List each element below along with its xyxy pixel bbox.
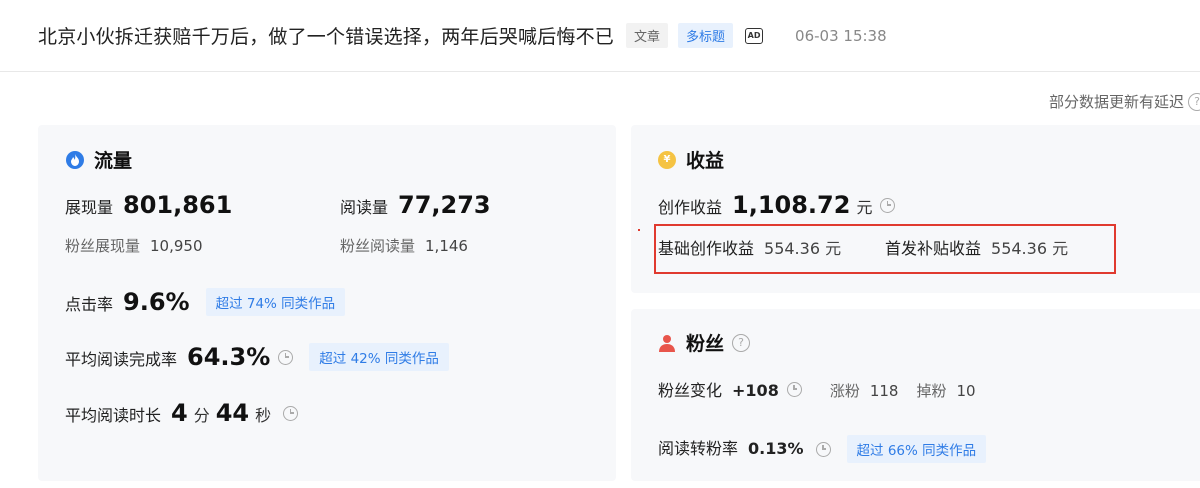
conversion-rank-badge: 超过 66% 同类作品 — [846, 435, 987, 463]
fans-change-label: 粉丝变化 — [658, 381, 723, 400]
annotation-dot — [638, 229, 640, 231]
person-icon — [658, 334, 676, 352]
yen-coin-icon: ¥ — [658, 150, 676, 169]
multi-title-tag[interactable]: 多标题 — [678, 23, 734, 48]
traffic-heading: 流量 — [66, 146, 132, 173]
article-title[interactable]: 北京小伙拆迁获赔千万后，做了一个错误选择，两年后哭喊后悔不已 — [38, 22, 614, 49]
fan-impressions-stat: 粉丝展现量 10,950 — [65, 235, 203, 256]
conversion-label: 阅读转粉率 — [658, 439, 739, 458]
creation-income-stat: 创作收益 1,108.72 元 — [658, 191, 896, 219]
duration-seconds-unit: 秒 — [255, 406, 272, 425]
conversion-value: 0.13% — [748, 439, 804, 458]
creation-income-label: 创作收益 — [658, 198, 723, 217]
clock-icon[interactable] — [880, 197, 896, 213]
creation-income-value: 1,108.72 — [732, 191, 851, 219]
fan-impressions-value: 10,950 — [150, 237, 203, 255]
clock-icon[interactable] — [786, 381, 802, 397]
impressions-stat: 展现量 801,861 — [65, 191, 232, 219]
flame-icon — [66, 150, 84, 169]
fans-loss-value: 10 — [956, 382, 976, 400]
impressions-value: 801,861 — [123, 191, 233, 219]
traffic-heading-label: 流量 — [94, 150, 133, 172]
ctr-stat: 点击率 9.6% 超过 74% 同类作品 — [65, 288, 346, 316]
duration-stat: 平均阅读时长 4 分 44 秒 — [65, 399, 299, 427]
clock-icon[interactable] — [278, 349, 294, 365]
duration-minutes-unit: 分 — [193, 406, 210, 425]
reads-value: 77,273 — [398, 191, 491, 219]
fans-change-stat: 粉丝变化 +108 涨粉 118 掉粉 10 — [658, 377, 976, 401]
publish-time: 06-03 15:38 — [795, 26, 887, 45]
fans-heading-label: 粉丝 — [686, 333, 725, 355]
data-delay-text: 部分数据更新有延迟 — [1048, 93, 1184, 111]
ctr-label: 点击率 — [65, 295, 114, 314]
fans-change-value: +108 — [732, 381, 779, 400]
article-type-tag: 文章 — [626, 23, 669, 48]
data-delay-note: 部分数据更新有延迟 ? — [1049, 91, 1200, 112]
reads-label: 阅读量 — [340, 198, 389, 217]
question-icon[interactable]: ? — [1188, 92, 1200, 111]
traffic-card: 流量 展现量 801,861 阅读量 77,273 粉丝展现量 10,950 粉… — [38, 125, 616, 481]
impressions-label: 展现量 — [65, 198, 114, 217]
fans-loss-label: 掉粉 — [916, 382, 947, 400]
clock-icon[interactable] — [815, 441, 831, 457]
highlight-annotation-box — [654, 224, 1116, 274]
fan-reads-label: 粉丝阅读量 — [340, 237, 416, 255]
ctr-rank-badge: 超过 74% 同类作品 — [205, 288, 346, 316]
fans-gain-label: 涨粉 — [829, 382, 860, 400]
question-icon[interactable]: ? — [732, 333, 751, 352]
income-heading-label: 收益 — [686, 150, 725, 172]
completion-rank-badge: 超过 42% 同类作品 — [309, 343, 449, 371]
fans-heading: 粉丝 ? — [658, 329, 751, 356]
duration-seconds: 44 — [215, 399, 250, 427]
ad-icon: AD — [745, 27, 764, 44]
fan-impressions-label: 粉丝展现量 — [65, 237, 141, 255]
completion-label: 平均阅读完成率 — [65, 350, 178, 369]
clock-icon[interactable] — [283, 405, 299, 421]
fan-reads-value: 1,146 — [425, 237, 468, 255]
duration-minutes: 4 — [171, 399, 188, 427]
ctr-value: 9.6% — [123, 288, 190, 316]
creation-income-unit: 元 — [856, 198, 873, 217]
completion-stat: 平均阅读完成率 64.3% 超过 42% 同类作品 — [65, 343, 449, 371]
duration-label: 平均阅读时长 — [65, 406, 162, 425]
fans-gain-value: 118 — [869, 382, 899, 400]
article-header: 北京小伙拆迁获赔千万后，做了一个错误选择，两年后哭喊后悔不已 文章 多标题 AD… — [0, 0, 1200, 72]
fans-card: 粉丝 ? 粉丝变化 +108 涨粉 118 掉粉 10 阅读转粉率 0.13% … — [631, 309, 1200, 481]
fan-reads-stat: 粉丝阅读量 1,146 — [340, 235, 468, 256]
conversion-stat: 阅读转粉率 0.13% 超过 66% 同类作品 — [658, 435, 987, 463]
reads-stat: 阅读量 77,273 — [340, 191, 491, 219]
income-heading: ¥ 收益 — [658, 146, 724, 173]
completion-value: 64.3% — [187, 343, 271, 371]
